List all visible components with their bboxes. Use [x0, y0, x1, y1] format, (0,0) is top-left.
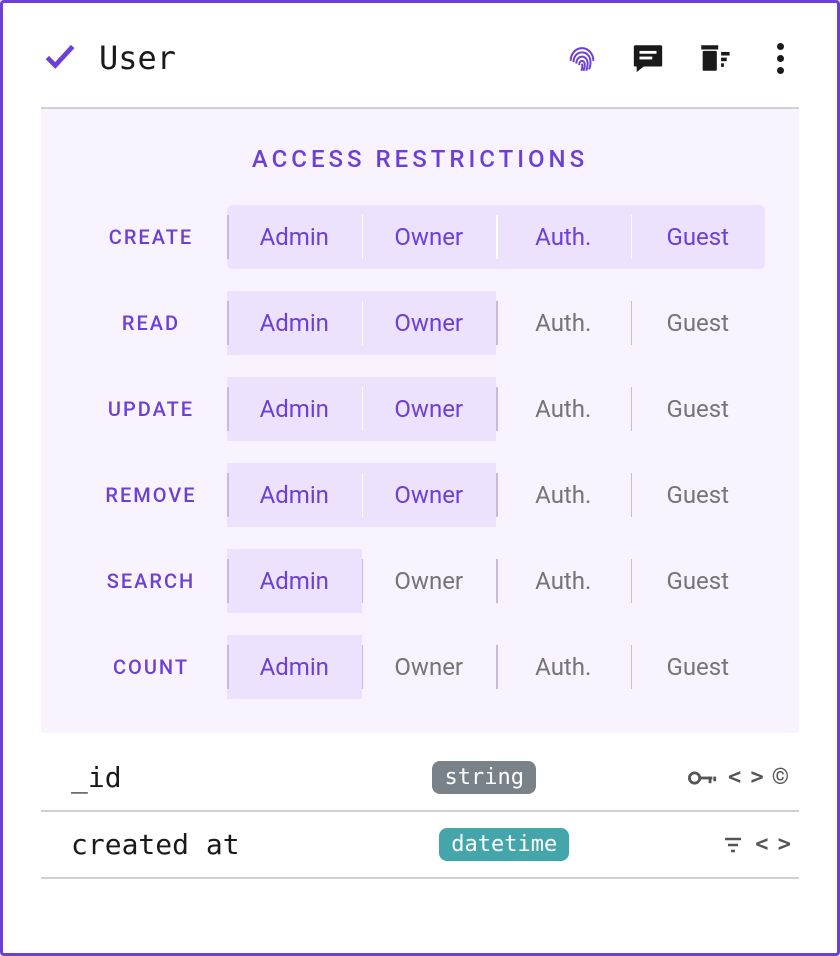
field-name: _id — [71, 761, 416, 794]
check-icon — [41, 37, 79, 79]
permission-label: READ — [75, 311, 227, 335]
role-toggle-auth[interactable]: Auth. — [496, 377, 631, 441]
role-toggle-guest[interactable]: Guest — [631, 463, 766, 527]
role-toggle-admin[interactable]: Admin — [227, 205, 362, 269]
role-toggle-guest[interactable]: Guest — [631, 291, 766, 355]
permission-row-search: SEARCHAdminOwnerAuth.Guest — [75, 549, 765, 613]
card-header: User — [41, 37, 799, 109]
role-toggle-owner[interactable]: Owner — [362, 635, 497, 699]
permission-row-create: CREATEAdminOwnerAuth.Guest — [75, 205, 765, 269]
field-row[interactable]: created at datetime < > — [41, 812, 799, 879]
permission-row-update: UPDATEAdminOwnerAuth.Guest — [75, 377, 765, 441]
panel-title: ACCESS RESTRICTIONS — [75, 145, 765, 173]
role-toggle-auth[interactable]: Auth. — [496, 205, 631, 269]
more-icon[interactable] — [761, 39, 799, 77]
role-toggle-auth[interactable]: Auth. — [496, 635, 631, 699]
permission-cells: AdminOwnerAuth.Guest — [227, 377, 765, 441]
permission-label: REMOVE — [75, 483, 227, 507]
fields-list: _id string < > © created at datetime < > — [41, 745, 799, 879]
field-row[interactable]: _id string < > © — [41, 745, 799, 812]
role-toggle-auth[interactable]: Auth. — [496, 549, 631, 613]
sort-icon[interactable] — [721, 833, 745, 857]
permission-label: COUNT — [75, 655, 227, 679]
key-icon — [688, 768, 718, 788]
header-actions — [563, 39, 799, 77]
entity-card: User ACCESS RESTRI — [0, 0, 840, 956]
role-toggle-guest[interactable]: Guest — [631, 635, 766, 699]
role-toggle-owner[interactable]: Owner — [362, 377, 497, 441]
permission-cells: AdminOwnerAuth.Guest — [227, 635, 765, 699]
copyright-icon: © — [772, 765, 789, 790]
role-toggle-admin[interactable]: Admin — [227, 549, 362, 613]
field-icons: < > © — [688, 765, 789, 790]
role-toggle-owner[interactable]: Owner — [362, 463, 497, 527]
permission-cells: AdminOwnerAuth.Guest — [227, 205, 765, 269]
role-toggle-auth[interactable]: Auth. — [496, 463, 631, 527]
field-name: created at — [71, 828, 423, 861]
role-toggle-owner[interactable]: Owner — [362, 549, 497, 613]
type-badge: string — [432, 761, 535, 794]
role-toggle-admin[interactable]: Admin — [227, 377, 362, 441]
role-toggle-guest[interactable]: Guest — [631, 377, 766, 441]
role-toggle-admin[interactable]: Admin — [227, 463, 362, 527]
permission-label: CREATE — [75, 225, 227, 249]
field-icons: < > — [721, 832, 789, 857]
permission-label: SEARCH — [75, 569, 227, 593]
permission-row-count: COUNTAdminOwnerAuth.Guest — [75, 635, 765, 699]
comment-icon[interactable] — [629, 39, 667, 77]
permission-row-read: READAdminOwnerAuth.Guest — [75, 291, 765, 355]
code-icon[interactable]: < > — [755, 832, 789, 857]
role-toggle-owner[interactable]: Owner — [362, 291, 497, 355]
type-badge: datetime — [439, 828, 569, 861]
role-toggle-admin[interactable]: Admin — [227, 635, 362, 699]
role-toggle-guest[interactable]: Guest — [631, 549, 766, 613]
permission-label: UPDATE — [75, 397, 227, 421]
delete-icon[interactable] — [695, 39, 733, 77]
permission-cells: AdminOwnerAuth.Guest — [227, 549, 765, 613]
role-toggle-owner[interactable]: Owner — [362, 205, 497, 269]
permissions-grid: CREATEAdminOwnerAuth.GuestREADAdminOwner… — [75, 205, 765, 699]
role-toggle-admin[interactable]: Admin — [227, 291, 362, 355]
header-left: User — [41, 37, 176, 79]
permission-cells: AdminOwnerAuth.Guest — [227, 291, 765, 355]
access-restrictions-panel: ACCESS RESTRICTIONS CREATEAdminOwnerAuth… — [41, 109, 799, 733]
entity-title: User — [99, 39, 176, 77]
role-toggle-guest[interactable]: Guest — [631, 205, 766, 269]
permission-cells: AdminOwnerAuth.Guest — [227, 463, 765, 527]
permission-row-remove: REMOVEAdminOwnerAuth.Guest — [75, 463, 765, 527]
code-icon[interactable]: < > — [728, 765, 762, 790]
role-toggle-auth[interactable]: Auth. — [496, 291, 631, 355]
fingerprint-icon[interactable] — [563, 39, 601, 77]
